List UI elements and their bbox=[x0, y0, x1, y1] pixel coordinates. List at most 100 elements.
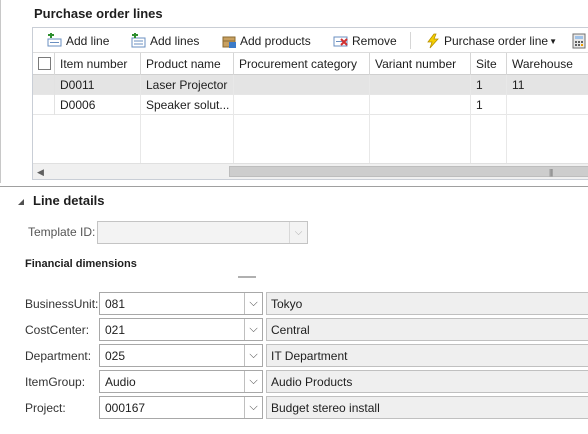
column-header-procurement-category[interactable]: Procurement category bbox=[234, 53, 370, 75]
procurement-category-cell[interactable] bbox=[234, 75, 370, 95]
calculator-icon bbox=[571, 33, 587, 49]
column-header-warehouse[interactable]: Warehouse bbox=[507, 53, 588, 75]
chevron-down-icon[interactable]: ⌵ bbox=[244, 345, 262, 366]
dimension-row-businessunit: BusinessUnit: 081 ⌵ Tokyo bbox=[0, 292, 588, 316]
calculator-button[interactable] bbox=[571, 31, 587, 51]
scroll-grip-icon: ||| bbox=[549, 168, 553, 177]
add-products-button[interactable]: Add products bbox=[221, 31, 311, 51]
dimension-value-combo[interactable]: 021 ⌵ bbox=[99, 318, 263, 341]
row-selector[interactable] bbox=[33, 75, 55, 95]
add-line-label: Add line bbox=[66, 34, 110, 48]
dimension-description: Tokyo bbox=[266, 292, 588, 315]
column-divider bbox=[369, 75, 370, 165]
dimension-label: CostCenter: bbox=[25, 323, 90, 337]
purchase-order-line-menu-button[interactable]: Purchase order line ▼ bbox=[425, 31, 557, 51]
table-row[interactable]: D0006 Speaker solut... 1 bbox=[33, 95, 588, 115]
add-lines-button[interactable]: Add lines bbox=[131, 31, 199, 51]
product-name-cell[interactable]: Laser Projector bbox=[141, 75, 234, 95]
collapse-triangle-icon[interactable] bbox=[18, 199, 24, 205]
column-divider bbox=[233, 75, 234, 165]
purchase-lines-grid: Item number Product name Procurement cat… bbox=[33, 53, 588, 165]
dimension-description-text: Budget stereo install bbox=[271, 401, 380, 415]
dimension-label: BusinessUnit: bbox=[25, 297, 99, 311]
add-products-icon bbox=[221, 33, 237, 49]
purchase-order-lines-title: Purchase order lines bbox=[34, 6, 163, 21]
dimension-label: Project: bbox=[25, 401, 66, 415]
dimension-row-department: Department: 025 ⌵ IT Department bbox=[0, 344, 588, 368]
dimension-value: 000167 bbox=[105, 401, 146, 415]
dimension-value-combo[interactable]: Audio ⌵ bbox=[99, 370, 263, 393]
column-divider bbox=[506, 75, 507, 165]
dimension-row-project: Project: 000167 ⌵ Budget stereo install bbox=[0, 396, 588, 420]
add-lines-label: Add lines bbox=[150, 34, 200, 48]
dimension-description: Budget stereo install bbox=[266, 396, 588, 419]
product-name-cell[interactable]: Speaker solut... bbox=[141, 95, 234, 115]
dimension-value-combo[interactable]: 025 ⌵ bbox=[99, 344, 263, 367]
variant-number-cell[interactable] bbox=[370, 95, 471, 115]
dimension-label: ItemGroup: bbox=[25, 375, 86, 389]
item-number-cell[interactable]: D0011 bbox=[55, 75, 141, 95]
dimension-description: Central bbox=[266, 318, 588, 341]
chevron-down-icon: ▼ bbox=[549, 36, 557, 46]
column-divider bbox=[470, 75, 471, 165]
dimension-row-itemgroup: ItemGroup: Audio ⌵ Audio Products bbox=[0, 370, 588, 394]
chevron-down-icon[interactable]: ⌵ bbox=[289, 222, 307, 243]
template-id-combo[interactable]: ⌵ bbox=[97, 221, 308, 244]
dimension-value: 021 bbox=[105, 323, 126, 337]
site-cell[interactable]: 1 bbox=[471, 95, 507, 115]
column-header-site[interactable]: Site bbox=[471, 53, 507, 75]
column-header-product-name[interactable]: Product name bbox=[141, 53, 234, 75]
financial-dimensions-title: Financial dimensions bbox=[25, 258, 137, 270]
scrollbar-thumb[interactable] bbox=[229, 166, 588, 177]
remove-icon bbox=[333, 33, 349, 49]
add-lines-icon bbox=[131, 32, 147, 49]
purchase-order-lines-panel: Add line Add lines Add products Remove P… bbox=[32, 27, 588, 180]
procurement-category-cell[interactable] bbox=[234, 95, 370, 115]
purchase-order-lines-section: Purchase order lines Add line Add lines bbox=[0, 0, 588, 183]
dimension-value-combo[interactable]: 000167 ⌵ bbox=[99, 396, 263, 419]
row-selector[interactable] bbox=[33, 95, 55, 115]
dimension-description-text: Tokyo bbox=[271, 297, 303, 311]
lines-toolbar: Add line Add lines Add products Remove P… bbox=[33, 28, 588, 53]
lightning-icon bbox=[425, 33, 441, 49]
warehouse-cell[interactable] bbox=[507, 95, 588, 115]
dimension-description-text: IT Department bbox=[271, 349, 348, 363]
purchase-order-line-label: Purchase order line bbox=[444, 34, 549, 48]
remove-button[interactable]: Remove bbox=[333, 31, 397, 51]
dimension-row-costcenter: CostCenter: 021 ⌵ Central bbox=[0, 318, 588, 342]
dimension-label: Department: bbox=[25, 349, 92, 363]
grid-header: Item number Product name Procurement cat… bbox=[33, 53, 588, 75]
dimension-value-combo[interactable]: 081 ⌵ bbox=[99, 292, 263, 315]
line-details-title[interactable]: Line details bbox=[33, 193, 105, 208]
column-header-item-number[interactable]: Item number bbox=[55, 53, 141, 75]
select-all-cell bbox=[33, 53, 55, 75]
remove-label: Remove bbox=[352, 34, 397, 48]
template-id-label: Template ID: bbox=[28, 225, 96, 239]
add-line-button[interactable]: Add line bbox=[47, 31, 109, 51]
dimension-description: IT Department bbox=[266, 344, 588, 367]
variant-number-cell[interactable] bbox=[370, 75, 471, 95]
horizontal-scrollbar[interactable]: ◀ ||| bbox=[33, 163, 588, 179]
chevron-down-icon[interactable]: ⌵ bbox=[244, 371, 262, 392]
add-products-label: Add products bbox=[240, 34, 311, 48]
dimension-value: 081 bbox=[105, 297, 126, 311]
site-cell[interactable]: 1 bbox=[471, 75, 507, 95]
item-number-cell[interactable]: D0006 bbox=[55, 95, 141, 115]
scroll-left-icon[interactable]: ◀ bbox=[37, 167, 44, 178]
dimension-description-text: Central bbox=[271, 323, 310, 337]
column-header-variant-number[interactable]: Variant number bbox=[370, 53, 471, 75]
chevron-down-icon[interactable]: ⌵ bbox=[244, 319, 262, 340]
splitter-handle[interactable] bbox=[238, 276, 256, 278]
select-all-checkbox[interactable] bbox=[38, 57, 51, 70]
table-row[interactable]: D0011 Laser Projector 1 11 bbox=[33, 75, 588, 95]
chevron-down-icon[interactable]: ⌵ bbox=[244, 397, 262, 418]
dimension-description-text: Audio Products bbox=[271, 375, 353, 389]
dimension-value: 025 bbox=[105, 349, 126, 363]
warehouse-cell[interactable]: 11 bbox=[507, 75, 588, 95]
chevron-down-icon[interactable]: ⌵ bbox=[244, 293, 262, 314]
dimension-description: Audio Products bbox=[266, 370, 588, 393]
add-line-icon bbox=[47, 32, 63, 49]
section-divider bbox=[0, 186, 588, 187]
dimension-value: Audio bbox=[105, 375, 136, 389]
toolbar-separator bbox=[410, 32, 411, 49]
